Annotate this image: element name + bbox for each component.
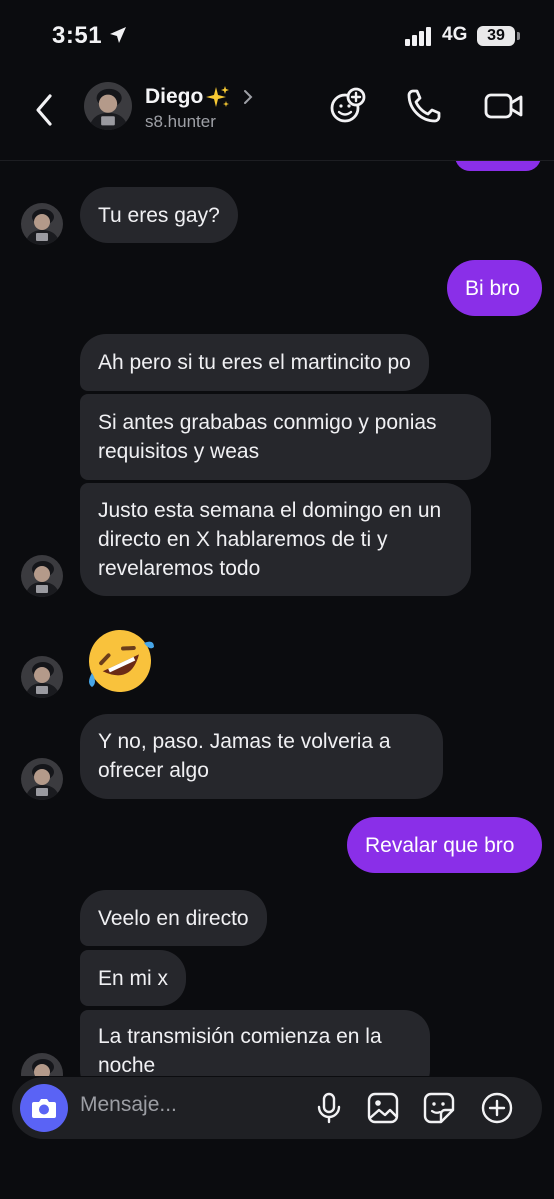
chevron-right-icon xyxy=(244,90,253,104)
battery-cap xyxy=(517,32,520,40)
sender-avatar[interactable] xyxy=(21,758,63,800)
sparkles-emoji xyxy=(206,86,230,107)
message-list[interactable]: Tu eres gay? Bi bro Ah pero si tu eres e… xyxy=(0,161,554,1076)
signal-bars-icon xyxy=(405,27,431,46)
camera-icon xyxy=(32,1099,56,1118)
microphone-icon[interactable] xyxy=(312,1091,346,1125)
contact-username[interactable]: s8.hunter xyxy=(145,112,216,132)
message-input[interactable]: Mensaje... xyxy=(80,1093,177,1117)
chat-header: Diego s8.hunter xyxy=(0,72,554,161)
phone-icon[interactable] xyxy=(404,86,444,126)
contact-name-row[interactable]: Diego xyxy=(145,84,255,110)
status-bar: 3:51 4G 39 xyxy=(0,0,554,72)
message-bubble-incoming[interactable]: La transmisión comienza en la noche xyxy=(80,1010,430,1076)
message-bubble-incoming[interactable]: Ah pero si tu eres el martincito po xyxy=(80,334,429,391)
message-bubble-incoming[interactable]: Tu eres gay? xyxy=(80,187,238,243)
sticker-chat-icon[interactable] xyxy=(327,86,367,126)
sender-avatar[interactable] xyxy=(21,1053,63,1076)
contact-name: Diego xyxy=(145,85,204,108)
sticker-icon[interactable] xyxy=(422,1091,456,1125)
message-bubble-outgoing-partial[interactable] xyxy=(455,161,541,171)
sender-avatar[interactable] xyxy=(21,203,63,245)
gallery-icon[interactable] xyxy=(366,1091,400,1125)
video-camera-icon[interactable] xyxy=(484,86,524,126)
contact-avatar[interactable] xyxy=(84,82,132,130)
message-composer: Mensaje... xyxy=(12,1077,542,1139)
message-bubble-incoming[interactable]: Justo esta semana el domingo en un direc… xyxy=(80,483,471,596)
sender-avatar[interactable] xyxy=(21,555,63,597)
message-bubble-incoming[interactable]: Veelo en directo xyxy=(80,890,267,946)
location-arrow-icon xyxy=(110,27,126,43)
message-bubble-outgoing[interactable]: Revalar que bro xyxy=(347,817,542,873)
rolling-laughing-emoji[interactable] xyxy=(84,625,156,697)
battery-indicator: 39 xyxy=(477,26,515,46)
network-type: 4G xyxy=(442,24,468,45)
message-bubble-incoming[interactable]: En mi x xyxy=(80,950,187,1006)
add-icon[interactable] xyxy=(480,1091,514,1125)
bottom-safe-area xyxy=(0,1139,554,1199)
camera-button[interactable] xyxy=(20,1084,68,1132)
status-time: 3:51 xyxy=(52,22,103,49)
message-bubble-outgoing[interactable]: Bi bro xyxy=(447,260,542,316)
message-bubble-incoming[interactable]: Si antes grababas conmigo y ponias requi… xyxy=(80,394,491,480)
sender-avatar[interactable] xyxy=(21,656,63,698)
back-icon[interactable] xyxy=(30,90,62,130)
message-bubble-incoming[interactable]: Y no, paso. Jamas te volveria a ofrecer … xyxy=(80,714,443,799)
